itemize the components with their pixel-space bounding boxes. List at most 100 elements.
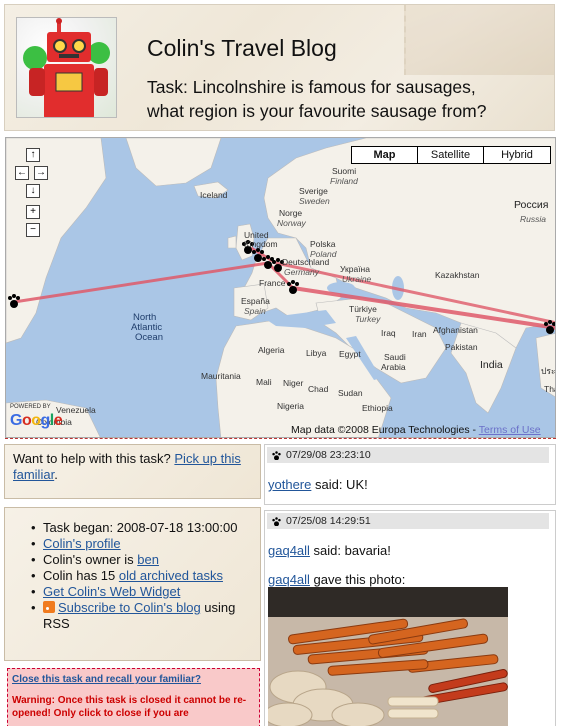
zoom-out-button[interactable]: − bbox=[26, 223, 40, 237]
help-text: Want to help with this task? bbox=[13, 451, 171, 466]
map-label-saudi-1: Saudi bbox=[384, 352, 406, 362]
map-label-norway: Norway bbox=[277, 218, 306, 228]
map-label-iraq: Iraq bbox=[381, 328, 396, 338]
pan-down-button[interactable]: ↓ bbox=[26, 184, 40, 198]
terms-of-use-link[interactable]: Terms of Use bbox=[479, 424, 541, 436]
map-label-sverige: Sverige bbox=[299, 186, 328, 196]
task-began: Task began: 2008-07-18 13:00:00 bbox=[31, 520, 252, 536]
map-label-mali: Mali bbox=[256, 377, 272, 387]
archived-tasks-link[interactable]: old archived tasks bbox=[119, 568, 223, 583]
map-label-ethiopia: Ethiopia bbox=[362, 403, 393, 413]
map-label-niger: Niger bbox=[283, 378, 304, 388]
blog-header: Colin's Travel Blog Task: Lincolnshire i… bbox=[4, 4, 555, 131]
pan-right-button[interactable]: → bbox=[34, 166, 48, 180]
post-timestamp: 07/29/08 23:23:10 bbox=[286, 449, 371, 461]
map-label-sudan: Sudan bbox=[338, 388, 363, 398]
map-label-mauritania: Mauritania bbox=[201, 371, 241, 381]
map-label-norge: Norge bbox=[279, 208, 303, 218]
task-description: Task: Lincolnshire is famous for sausage… bbox=[147, 75, 547, 123]
task-line-1: Task: Lincolnshire is famous for sausage… bbox=[147, 77, 476, 97]
photo-caption: gaq4all gave this photo: bbox=[265, 572, 555, 587]
map-label-spain: Spain bbox=[244, 306, 266, 316]
map-label-russia-native: Россия bbox=[514, 199, 549, 211]
close-task-panel: Close this task and recall your familiar… bbox=[7, 668, 260, 726]
task-info-list: Task began: 2008-07-18 13:00:00 Colin's … bbox=[13, 520, 252, 632]
post-text: said: UK! bbox=[311, 477, 368, 492]
web-widget-link[interactable]: Get Colin's Web Widget bbox=[43, 584, 180, 599]
map-label-iran: Iran bbox=[412, 329, 427, 339]
travel-map[interactable]: Iceland Suomi Finland Sverige Sweden Nor… bbox=[5, 137, 556, 438]
photo-user-link[interactable]: gaq4all bbox=[268, 572, 310, 587]
map-label-deutschland: Deutschland bbox=[282, 257, 330, 267]
map-type-hybrid[interactable]: Hybrid bbox=[484, 147, 550, 163]
owner-prefix: Colin's owner is bbox=[43, 552, 138, 567]
list-item: Colin's owner is ben bbox=[31, 552, 252, 568]
subscribe-rss-link[interactable]: Subscribe to Colin's blog bbox=[58, 600, 201, 615]
map-label-ukraina-native: Україна bbox=[340, 264, 370, 274]
post-text: said: bavaria! bbox=[309, 543, 391, 558]
archived-prefix: Colin has 15 bbox=[43, 568, 119, 583]
map-label-india: India bbox=[480, 359, 503, 371]
map-label-afghanistan: Afghanistan bbox=[433, 325, 478, 335]
help-panel: Want to help with this task? Pick up thi… bbox=[4, 444, 261, 499]
page-title: Colin's Travel Blog bbox=[147, 35, 337, 61]
post-body: gaq4all said: bavaria! bbox=[265, 543, 555, 558]
pan-up-button[interactable]: ↑ bbox=[26, 148, 40, 162]
map-attribution-text: Map data ©2008 Europa Technologies - bbox=[291, 424, 477, 436]
map-attribution: Map data ©2008 Europa Technologies - Ter… bbox=[291, 424, 541, 436]
sausage-photo[interactable] bbox=[268, 587, 508, 726]
map-label-saudi-2: Arabia bbox=[381, 362, 406, 372]
map-label-nigeria: Nigeria bbox=[277, 401, 304, 411]
rss-icon[interactable] bbox=[43, 601, 55, 613]
comment-post: 07/29/08 23:23:10 yothere said: UK! bbox=[264, 444, 556, 505]
post-header: 07/29/08 23:23:10 bbox=[267, 447, 549, 463]
list-item: Colin's profile bbox=[31, 536, 252, 552]
map-label-sweden: Sweden bbox=[299, 196, 330, 206]
post-body: yothere said: UK! bbox=[265, 477, 555, 492]
map-label-algeria: Algeria bbox=[258, 345, 285, 355]
map-label-turkey: Turkey bbox=[355, 314, 381, 324]
map-label-libya: Libya bbox=[306, 348, 327, 358]
map-label-uk-2: Kingdom bbox=[244, 239, 278, 249]
map-label-suomi: Suomi bbox=[332, 166, 357, 176]
help-period: . bbox=[54, 467, 58, 482]
zoom-in-button[interactable]: + bbox=[26, 205, 40, 219]
google-logo[interactable]: Google bbox=[10, 412, 63, 430]
map-label-chad: Chad bbox=[308, 384, 329, 394]
task-line-2: what region is your favourite sausage fr… bbox=[147, 101, 487, 121]
list-item: Subscribe to Colin's blog using RSS bbox=[31, 600, 252, 632]
list-item: Colin has 15 old archived tasks bbox=[31, 568, 252, 584]
comment-post: 07/25/08 14:29:51 gaq4all said: bavaria!… bbox=[264, 510, 556, 726]
map-label-russia: Russia bbox=[520, 214, 546, 224]
owner-link[interactable]: ben bbox=[137, 552, 159, 567]
map-type-selector: Map Satellite Hybrid bbox=[351, 146, 551, 164]
map-label-finland: Finland bbox=[330, 176, 358, 186]
profile-link[interactable]: Colin's profile bbox=[43, 536, 121, 551]
task-info-panel: Task began: 2008-07-18 13:00:00 Colin's … bbox=[4, 507, 261, 661]
paw-icon bbox=[272, 517, 281, 526]
map-label-germany: Germany bbox=[284, 267, 319, 277]
close-task-link[interactable]: Close this task and recall your familiar… bbox=[12, 673, 255, 686]
map-label-iceland: Iceland bbox=[200, 190, 228, 200]
paw-icon bbox=[272, 451, 281, 460]
list-item: Get Colin's Web Widget bbox=[31, 584, 252, 600]
robot-avatar bbox=[16, 17, 117, 118]
map-label-ocean-3: Ocean bbox=[135, 332, 163, 343]
map-label-ukraine: Ukraine bbox=[342, 274, 372, 284]
post-timestamp: 07/25/08 14:29:51 bbox=[286, 515, 371, 527]
map-label-espana: España bbox=[241, 296, 270, 306]
post-header: 07/25/08 14:29:51 bbox=[267, 513, 549, 529]
post-user-link[interactable]: yothere bbox=[268, 477, 311, 492]
post-user-link[interactable]: gaq4all bbox=[268, 543, 310, 558]
powered-by-label: POWERED BY bbox=[10, 404, 51, 410]
pan-left-button[interactable]: ← bbox=[15, 166, 29, 180]
map-label-france: France bbox=[259, 278, 286, 288]
map-type-satellite[interactable]: Satellite bbox=[418, 147, 484, 163]
photo-caption-text: gave this photo: bbox=[309, 572, 406, 587]
map-label-thai: ประ bbox=[541, 366, 556, 376]
map-label-thai-2: Thai bbox=[544, 384, 555, 394]
map-label-kazakhstan: Kazakhstan bbox=[435, 270, 480, 280]
map-label-egypt: Egypt bbox=[339, 349, 361, 359]
map-canvas bbox=[6, 138, 555, 437]
map-type-map[interactable]: Map bbox=[352, 147, 418, 163]
